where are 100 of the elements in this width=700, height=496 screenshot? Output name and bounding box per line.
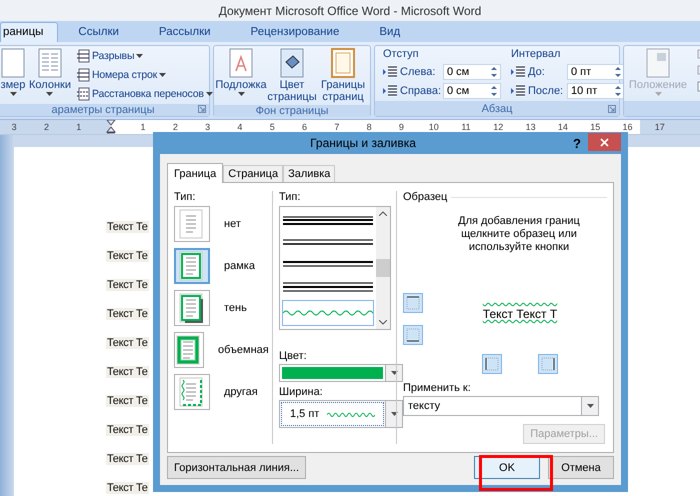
launcher-icon[interactable] <box>198 105 206 113</box>
horizontal-line-button[interactable]: Горизонтальная линия... <box>167 456 306 479</box>
scroll-down-icon[interactable] <box>379 320 387 325</box>
help-button[interactable]: ? <box>566 134 588 152</box>
ruler-number: 1 <box>140 122 147 132</box>
hyphenation-icon <box>76 87 90 101</box>
ruler-number: 3 <box>10 122 18 132</box>
right-border-icon[interactable] <box>538 354 558 374</box>
setting-label: другая <box>224 386 258 398</box>
scroll-up-icon[interactable] <box>379 211 387 216</box>
bottom-border-icon[interactable] <box>403 325 423 345</box>
dialog-tab[interactable]: Граница <box>167 163 224 183</box>
setting-label: тень <box>224 302 247 314</box>
setting-button[interactable] <box>174 290 210 326</box>
ruler-number: 7 <box>333 122 340 132</box>
spin-arrows-icon[interactable] <box>615 66 621 78</box>
spin-field[interactable]: 0 пт <box>567 64 625 80</box>
columns-button[interactable]: Колонки <box>29 48 71 96</box>
indent-icon <box>383 66 397 78</box>
caret-icon <box>586 404 594 408</box>
ruler-number: 5 <box>268 122 276 132</box>
ribbon-tab[interactable]: Ссылки <box>58 22 139 42</box>
setting-label: рамка <box>224 260 255 272</box>
spin-field[interactable]: 0 см <box>443 64 501 80</box>
breaks-icon <box>76 49 90 63</box>
ribbon-button[interactable]: Цвет страницы <box>268 48 316 103</box>
ruler-number: 13 <box>524 122 537 132</box>
field-label: Тип: <box>279 191 300 203</box>
document-text: Текст Те <box>106 308 149 320</box>
scrollbar[interactable] <box>376 207 390 329</box>
document-text: Текст Те <box>106 279 149 291</box>
spin-field[interactable]: 10 пт <box>567 83 625 99</box>
preview-area[interactable]: Текст Текст Т <box>403 282 607 382</box>
dialog-tab[interactable]: Заливка <box>283 165 336 182</box>
document-text: Текст Те <box>106 395 149 407</box>
field-label: Применить к: <box>403 382 471 394</box>
ruler-number: 9 <box>398 122 405 132</box>
ribbon-tab[interactable]: Рассылки <box>138 22 231 42</box>
field-label: До: <box>528 66 546 78</box>
scrollbar-thumb[interactable] <box>376 259 390 277</box>
spin-arrows-icon[interactable] <box>491 85 497 97</box>
spin-arrows-icon[interactable] <box>615 85 621 97</box>
ribbon-button[interactable]: Подложка <box>217 48 265 96</box>
caret-icon <box>10 92 16 96</box>
ribbon-button[interactable]: Границы страниц <box>319 48 367 103</box>
ribbon-tab[interactable]: раницы <box>0 22 58 42</box>
document-text: Текст Те <box>106 453 149 465</box>
width-dropdown[interactable]: 1,5 пт <box>279 400 403 428</box>
spacing-icon <box>511 85 525 97</box>
ribbon-small-button[interactable]: Номера строк <box>76 67 166 83</box>
spacing-icon <box>511 66 525 78</box>
document-text: Текст Те <box>106 221 149 233</box>
setting-label: объемная <box>218 344 269 356</box>
ribbon-small-button[interactable]: Разрывы <box>76 48 144 64</box>
border-setting-icon <box>178 292 206 324</box>
ruler-number: 4 <box>236 122 244 132</box>
window-title: Документ Microsoft Office Word - Microsoft Word <box>0 0 700 21</box>
watermark-page-icon <box>228 48 254 78</box>
line-style-list[interactable] <box>279 206 391 330</box>
document-text: Текст Те <box>106 250 149 262</box>
field-label: После: <box>528 85 564 97</box>
columns-icon <box>36 48 63 78</box>
caret-icon <box>46 92 54 96</box>
field-label: Тип: <box>174 191 196 203</box>
section-title: Отступ <box>383 48 420 61</box>
caret-icon <box>159 73 166 77</box>
caret-icon <box>390 371 398 375</box>
close-icon <box>600 138 609 146</box>
setting-label: нет <box>224 218 241 230</box>
color-dropdown[interactable] <box>279 364 403 382</box>
section-title: Образец <box>403 191 448 203</box>
page-icon <box>0 48 26 78</box>
close-button[interactable] <box>588 133 621 151</box>
document-text: Текст Те <box>106 482 149 494</box>
ruler-number: 2 <box>42 122 50 132</box>
indent-marker-icon[interactable] <box>106 120 116 134</box>
dialog-title: Границы и заливка <box>309 136 417 150</box>
ribbon-tab[interactable]: Рецензирование <box>230 22 360 42</box>
spin-field[interactable]: 0 см <box>443 83 501 99</box>
ruler-number: 15 <box>589 122 602 132</box>
ruler-number: 1 <box>75 122 82 132</box>
ribbon-small-button[interactable]: Расстановка переносов <box>76 86 213 102</box>
top-border-icon[interactable] <box>403 293 423 313</box>
cancel-button[interactable]: Отмена <box>548 456 614 479</box>
launcher-icon[interactable] <box>608 105 616 113</box>
size-button[interactable]: змер <box>0 48 26 96</box>
apply-to-dropdown[interactable]: тексту <box>403 396 599 416</box>
caret-icon <box>238 92 244 96</box>
ruler-number: 8 <box>366 122 373 132</box>
ruler-number: 11 <box>460 122 472 132</box>
ruler-number: 12 <box>492 122 504 132</box>
preview-text: Текст Текст Т <box>482 307 558 321</box>
hint-text: Для добавления границ щелкните образец или используйте кнопки <box>457 215 581 254</box>
left-border-icon[interactable] <box>482 354 502 374</box>
section-title: Интервал <box>511 48 562 61</box>
dialog-tab[interactable]: Страница <box>223 165 284 182</box>
group-label: Абзац <box>375 101 619 116</box>
spin-arrows-icon[interactable] <box>491 66 497 78</box>
ribbon-tab[interactable]: Вид <box>359 22 420 42</box>
ruler-number: 14 <box>556 122 569 132</box>
